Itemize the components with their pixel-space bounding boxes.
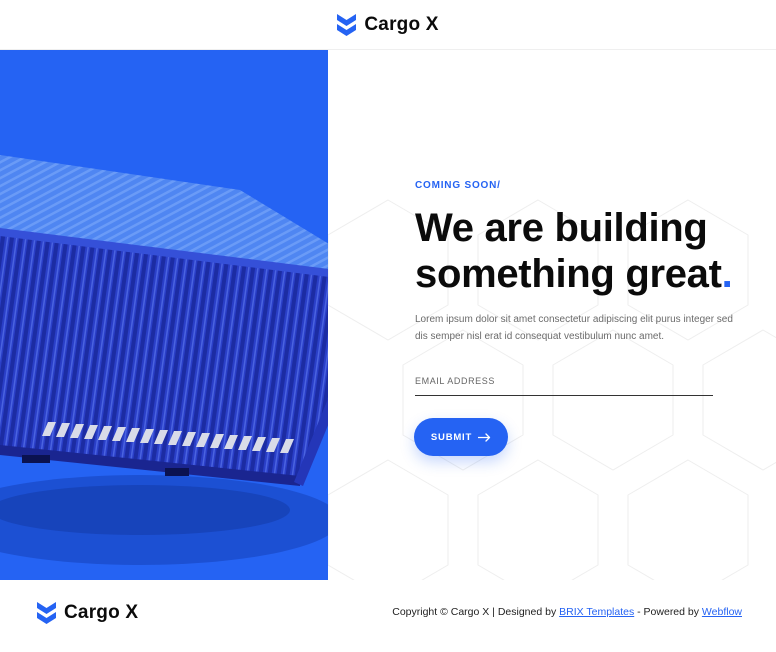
hero-section: COMING SOON/ We are building something g… (0, 50, 776, 580)
hero-content: COMING SOON/ We are building something g… (414, 180, 745, 456)
powered-by-text: - Powered by (634, 606, 702, 618)
brix-templates-link[interactable]: BRIX Templates (559, 606, 634, 618)
arrow-right-icon (478, 432, 491, 442)
footer-brand-name: Cargo X (64, 602, 139, 623)
site-header: Cargo X (0, 0, 776, 50)
headline-line-1: We are building (415, 206, 708, 250)
headline-dot: . (721, 252, 733, 296)
submit-button-label: SUBMIT (430, 431, 473, 443)
shipping-container-image (0, 50, 328, 580)
hero-description: Lorem ipsum dolor sit amet consectetur a… (415, 314, 733, 342)
submit-button[interactable]: SUBMIT (414, 418, 508, 456)
email-field-wrapper (415, 371, 713, 396)
copyright-text: Copyright © Cargo X | Designed by (392, 606, 560, 618)
header-brand-name: Cargo X (364, 13, 439, 35)
site-footer: Cargo X Copyright © Cargo X | Designed b… (0, 580, 776, 652)
webflow-link[interactable]: Webflow (702, 606, 742, 618)
chevron-logo-icon (337, 13, 357, 36)
chevron-logo-icon (37, 602, 56, 624)
headline-line-2: something great (415, 252, 722, 296)
hero-headline: We are building something great. (415, 205, 745, 297)
email-input[interactable] (415, 376, 713, 386)
header-brand-link[interactable]: Cargo X (337, 13, 439, 36)
footer-copyright: Copyright © Cargo X | Designed by BRIX T… (392, 606, 742, 618)
coming-soon-eyebrow: COMING SOON/ (415, 180, 501, 191)
footer-brand-link[interactable]: Cargo X (37, 602, 138, 624)
